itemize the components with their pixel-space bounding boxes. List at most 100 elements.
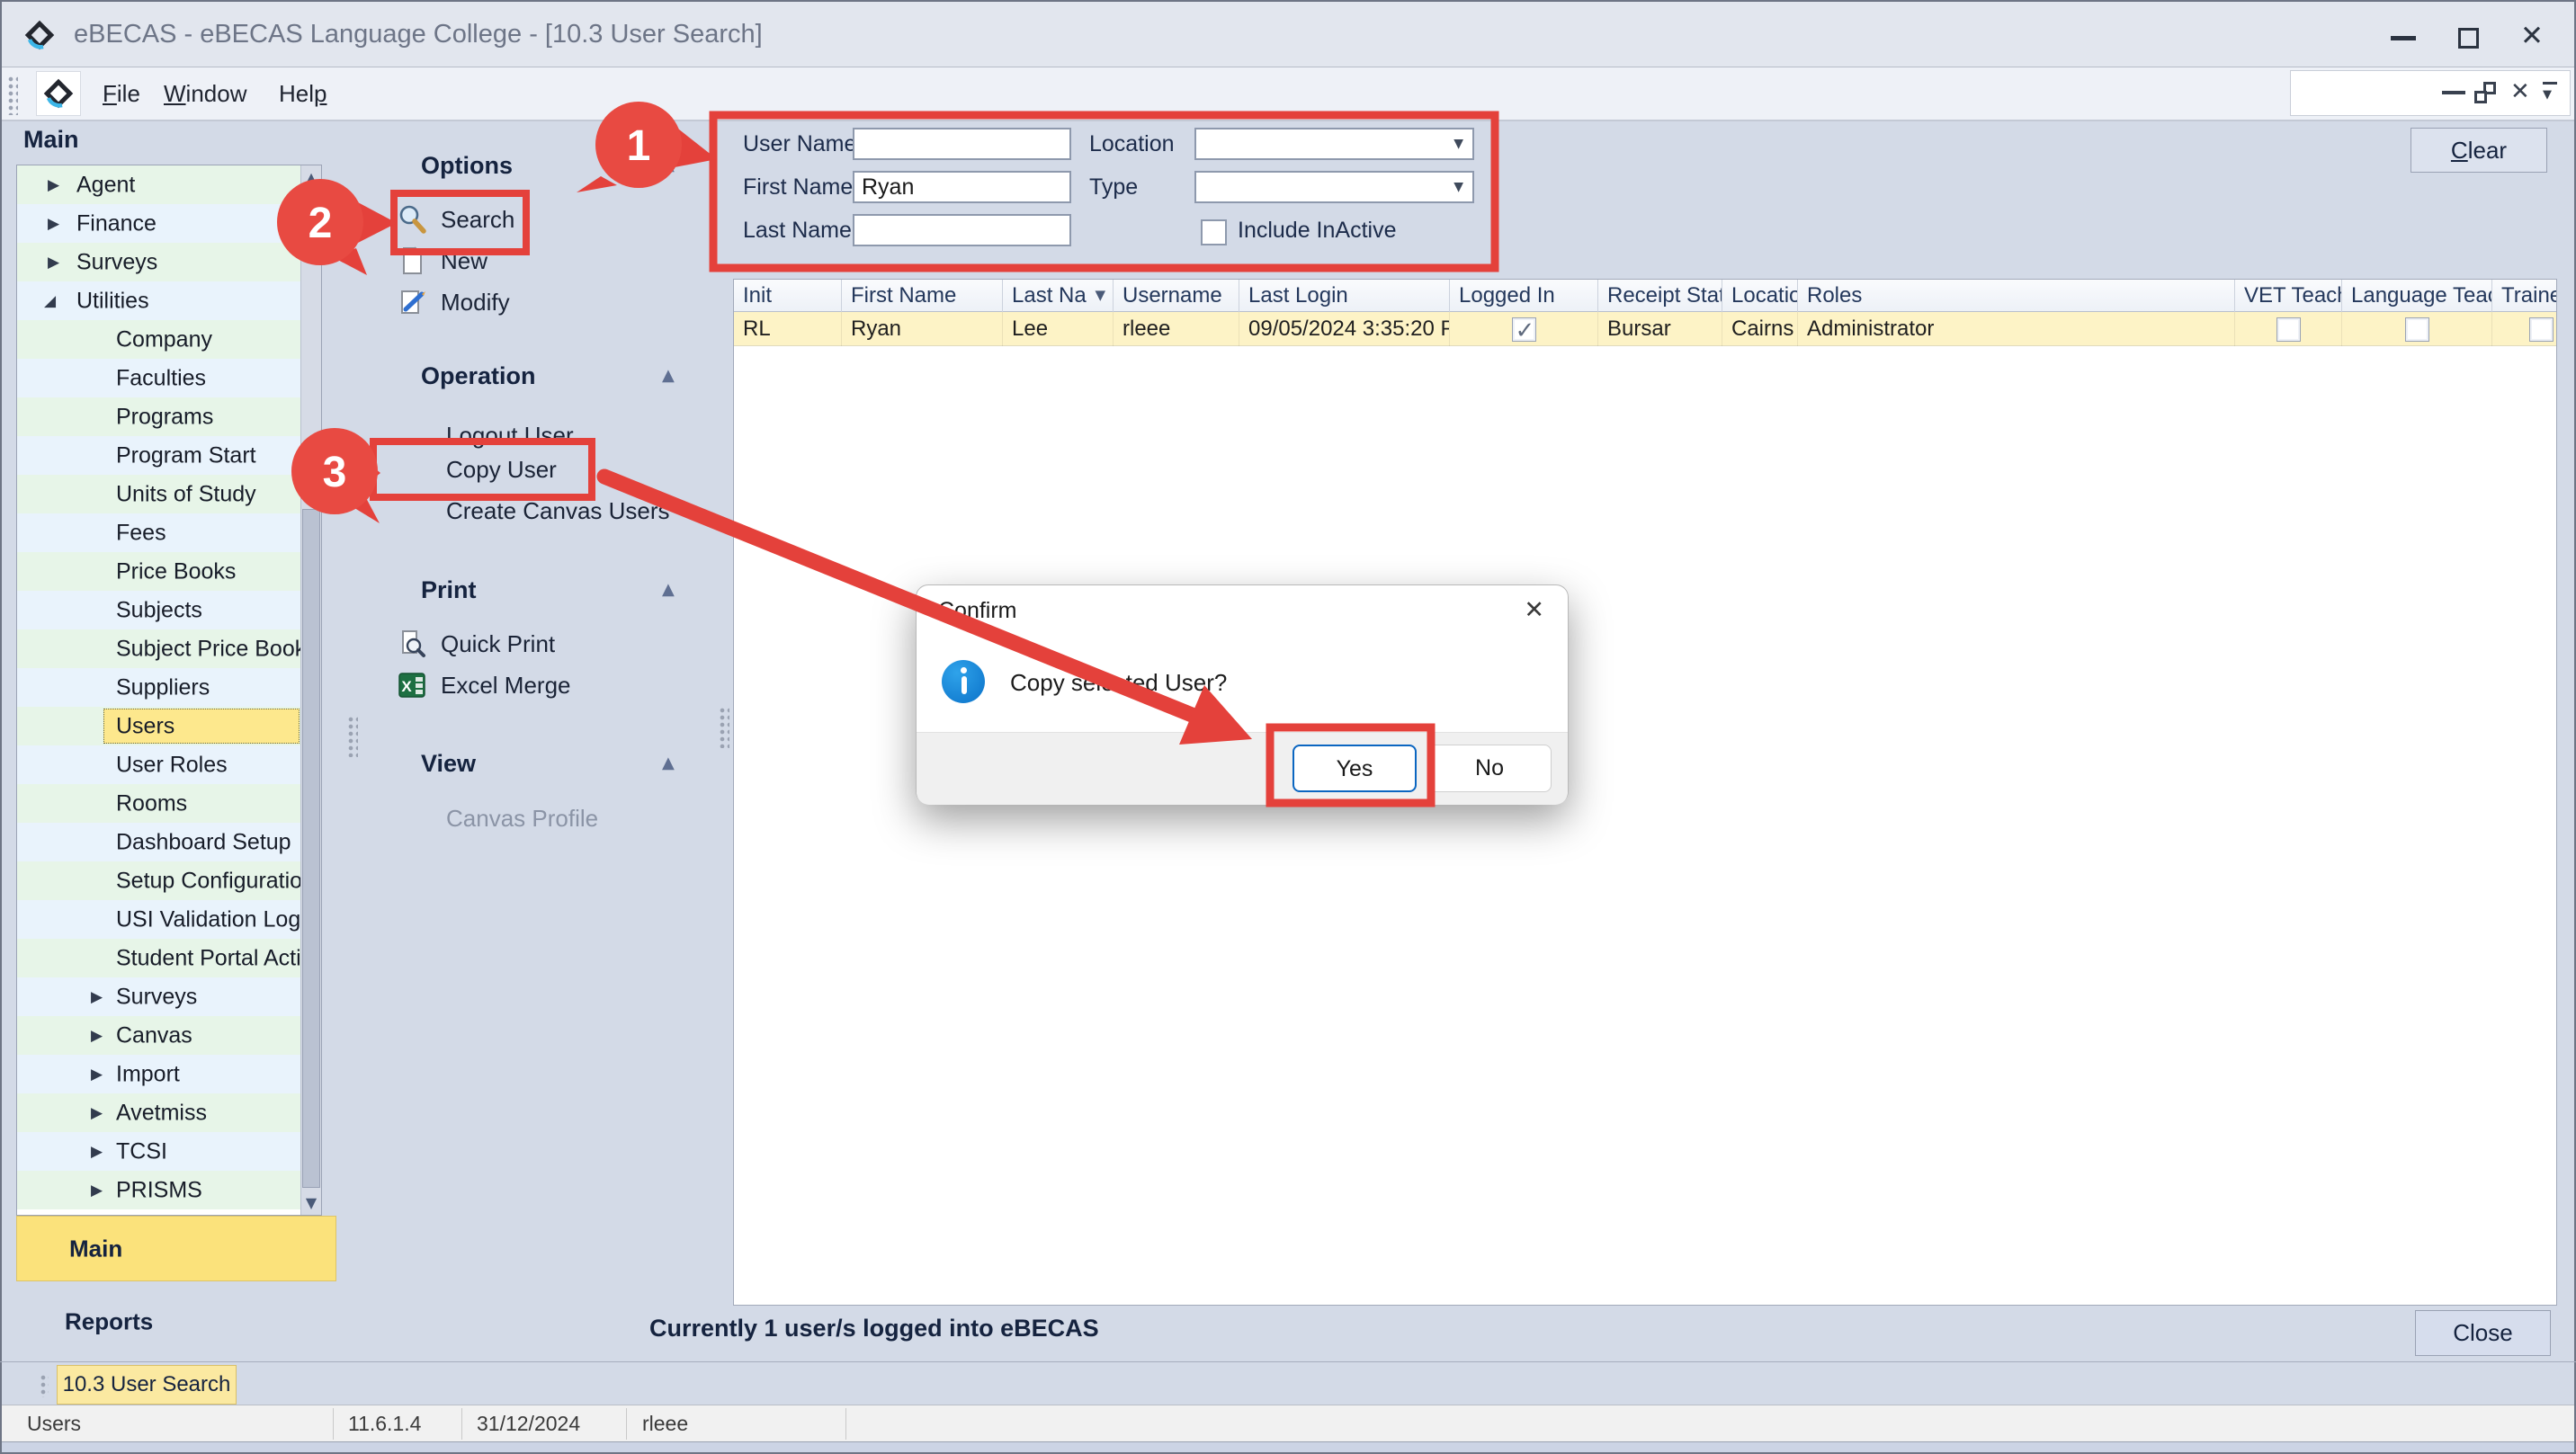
collapsed-arrow-icon[interactable]: ▶	[91, 1104, 103, 1122]
section-header-operation[interactable]: Operation ▲	[421, 360, 691, 392]
chevron-down-icon[interactable]: ▼	[1453, 137, 1463, 151]
tree-item-avetmiss[interactable]: ▶Avetmiss	[17, 1093, 301, 1132]
section-header-print[interactable]: Print ▲	[421, 574, 691, 606]
yes-button[interactable]: Yes	[1292, 745, 1417, 792]
tree-item-faculties[interactable]: Faculties	[17, 359, 301, 397]
collapsed-arrow-icon[interactable]: ▶	[48, 254, 59, 272]
tree-item-suppliers[interactable]: Suppliers	[17, 668, 301, 707]
unchecked-checkbox[interactable]	[2276, 317, 2301, 342]
column-header-logged-in[interactable]: Logged In	[1450, 280, 1598, 312]
tree-item-tcsi[interactable]: ▶TCSI	[17, 1132, 301, 1171]
minimize-icon[interactable]	[2391, 36, 2416, 40]
modify-button[interactable]: Modify	[396, 282, 510, 322]
column-header-username[interactable]: Username	[1114, 280, 1239, 312]
tree-item-users[interactable]: Users	[17, 707, 301, 745]
new-button[interactable]: New	[396, 241, 487, 281]
search-button[interactable]: Search	[396, 200, 514, 239]
collapsed-arrow-icon[interactable]: ▶	[48, 215, 59, 233]
dialog-close-icon[interactable]: ✕	[1524, 596, 1544, 624]
scroll-down-icon[interactable]: ▼	[301, 1194, 321, 1211]
nav-group-reports-button[interactable]: Reports	[16, 1302, 336, 1342]
column-header-language-teacher[interactable]: Language Teacl	[2342, 280, 2492, 312]
tree-item-fees[interactable]: Fees	[17, 513, 301, 552]
scrollbar-thumb[interactable]	[302, 509, 320, 1188]
scroll-up-icon[interactable]: ▲	[301, 169, 321, 186]
unchecked-checkbox[interactable]	[2405, 317, 2429, 342]
collapse-section-icon[interactable]: ▲	[662, 574, 675, 606]
close-button[interactable]: Close	[2415, 1310, 2551, 1356]
menu-window[interactable]: Window	[157, 67, 254, 120]
toolbar-grip[interactable]	[7, 76, 18, 115]
tree-item-usi-validation-log[interactable]: USI Validation Log	[17, 900, 301, 939]
expanded-arrow-icon[interactable]: ◢	[44, 292, 56, 310]
column-header-vet-teacher[interactable]: VET Teach	[2235, 280, 2342, 312]
tree-item-setup-configuration[interactable]: Setup Configuration	[17, 861, 301, 900]
tree-item-units-of-study[interactable]: Units of Study	[17, 475, 301, 513]
tree-item-program-start[interactable]: Program Start	[17, 436, 301, 475]
tree-item-surveys-child[interactable]: ▶Surveys	[17, 977, 301, 1016]
copy-user-button[interactable]: Copy User	[446, 450, 557, 489]
table-row[interactable]: RL Ryan Lee rleee 09/05/2024 3:35:20 P ✓…	[734, 312, 2557, 346]
close-window-icon[interactable]: ✕	[2520, 22, 2544, 49]
tree-item-student-portal-activity-log[interactable]: Student Portal Activity L	[17, 939, 301, 977]
column-header-last-name[interactable]: Last Na▼	[1003, 280, 1114, 312]
no-button[interactable]: No	[1427, 745, 1552, 792]
mdi-restore-icon[interactable]	[2474, 82, 2496, 103]
tree-item-subjects[interactable]: Subjects	[17, 591, 301, 629]
user-name-input[interactable]	[853, 128, 1071, 160]
create-canvas-users-button[interactable]: Create Canvas Users	[446, 491, 670, 531]
section-header-options[interactable]: Options ▲	[421, 149, 691, 182]
tree-item-surveys[interactable]: ▶Surveys	[17, 243, 301, 281]
nav-group-main-button[interactable]: Main	[16, 1216, 336, 1281]
collapse-section-icon[interactable]: ▲	[662, 360, 675, 392]
mdi-close-icon[interactable]: ✕	[2510, 78, 2530, 105]
include-inactive-checkbox[interactable]	[1201, 219, 1227, 245]
tree-item-canvas[interactable]: ▶Canvas	[17, 1016, 301, 1055]
tree-item-price-books[interactable]: Price Books	[17, 552, 301, 591]
tree-item-dashboard-setup[interactable]: Dashboard Setup	[17, 823, 301, 861]
tree-item-user-roles[interactable]: User Roles	[17, 745, 301, 784]
collapse-section-icon[interactable]: ▲	[662, 149, 675, 182]
tabbar-grip[interactable]	[40, 1374, 49, 1397]
clear-button[interactable]: Clear	[2411, 128, 2547, 173]
collapsed-arrow-icon[interactable]: ▶	[91, 1066, 103, 1084]
sidebar-splitter-grip[interactable]	[347, 716, 358, 757]
menu-file[interactable]: File	[95, 67, 148, 120]
tree-item-prisms[interactable]: ▶PRISMS	[17, 1171, 301, 1209]
column-header-last-login[interactable]: Last Login	[1239, 280, 1450, 312]
collapsed-arrow-icon[interactable]: ▶	[91, 1182, 103, 1200]
mdi-pin-menu-icon[interactable]: ▼	[2543, 82, 2557, 103]
tree-item-finance[interactable]: ▶Finance	[17, 204, 301, 243]
maximize-icon[interactable]	[2458, 28, 2479, 49]
column-header-init[interactable]: Init	[734, 280, 842, 312]
last-name-input[interactable]	[853, 214, 1071, 246]
location-dropdown[interactable]: ▼	[1194, 128, 1474, 160]
column-header-receipt-station[interactable]: Receipt Stati	[1598, 280, 1722, 312]
panel-splitter-grip[interactable]	[719, 707, 729, 748]
tree-item-agent[interactable]: ▶Agent	[17, 165, 301, 204]
section-header-view[interactable]: View ▲	[421, 747, 691, 780]
column-header-roles[interactable]: Roles	[1798, 280, 2235, 312]
column-header-first-name[interactable]: First Name	[842, 280, 1003, 312]
chevron-down-icon[interactable]: ▼	[1453, 180, 1463, 194]
column-header-location[interactable]: Locatio	[1722, 280, 1798, 312]
excel-merge-button[interactable]: X Excel Merge	[396, 665, 571, 705]
column-header-trainer[interactable]: Trainer	[2492, 280, 2557, 312]
tree-item-utilities[interactable]: ◢Utilities	[17, 281, 301, 320]
collapsed-arrow-icon[interactable]: ▶	[48, 176, 59, 194]
collapsed-arrow-icon[interactable]: ▶	[91, 988, 103, 1006]
sort-descending-icon[interactable]: ▼	[1095, 280, 1105, 311]
tree-item-company[interactable]: Company	[17, 320, 301, 359]
tree-item-rooms[interactable]: Rooms	[17, 784, 301, 823]
collapsed-arrow-icon[interactable]: ▶	[91, 1027, 103, 1045]
mdi-minimize-icon[interactable]	[2442, 91, 2465, 94]
tree-item-import[interactable]: ▶Import	[17, 1055, 301, 1093]
tree-item-subject-price-books[interactable]: Subject Price Books	[17, 629, 301, 668]
tab-10-3-user-search[interactable]: 10.3 User Search	[57, 1365, 237, 1405]
type-dropdown[interactable]: ▼	[1194, 171, 1474, 203]
collapsed-arrow-icon[interactable]: ▶	[91, 1143, 103, 1161]
first-name-input[interactable]	[853, 171, 1071, 203]
checked-checkbox[interactable]: ✓	[1512, 317, 1536, 342]
tree-item-programs[interactable]: Programs	[17, 397, 301, 436]
tree-scrollbar[interactable]: ▲ ▼	[300, 165, 321, 1215]
